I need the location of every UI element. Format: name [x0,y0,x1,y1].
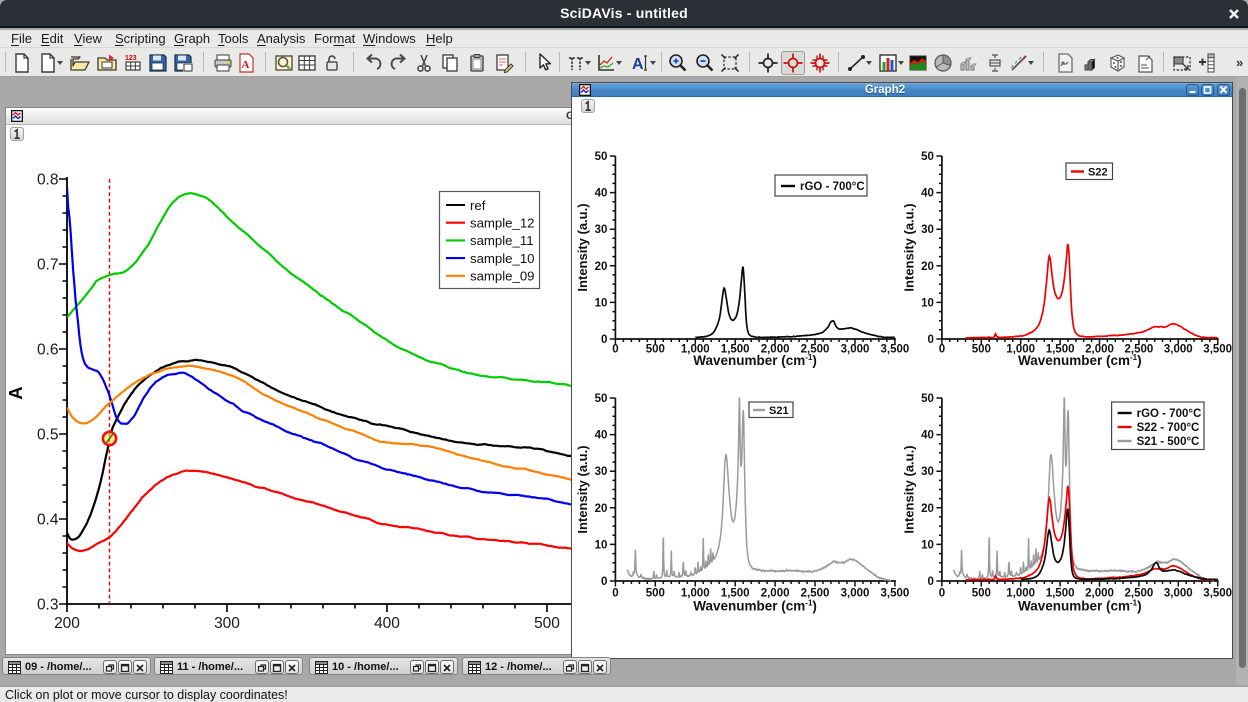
svg-text:10: 10 [921,539,934,551]
svg-text:50: 50 [921,151,934,163]
svg-text:20: 20 [921,261,934,273]
svg-text:3,000: 3,000 [841,344,870,356]
svg-text:S21: S21 [769,405,789,417]
svg-text:3,500: 3,500 [881,344,910,356]
svg-text:0: 0 [612,344,618,356]
svg-text:40: 40 [921,188,934,200]
svg-text:20: 20 [595,261,608,273]
svg-text:sample_09: sample_09 [470,269,535,284]
svg-text:3,000: 3,000 [841,588,870,600]
svg-text:0: 0 [601,576,607,588]
svg-text:3,500: 3,500 [1203,588,1232,600]
svg-text:Intensity (a.u.): Intensity (a.u.) [577,203,590,291]
svg-text:50: 50 [595,151,608,163]
svg-text:0: 0 [612,588,618,600]
svg-text:10: 10 [595,297,608,309]
svg-text:0: 0 [601,334,607,346]
svg-text:0.7: 0.7 [37,257,59,274]
svg-text:Intensity (a.u.): Intensity (a.u.) [902,203,917,291]
svg-text:0.5: 0.5 [37,427,59,444]
svg-text:Intensity (a.u.): Intensity (a.u.) [577,445,590,533]
svg-text:0.4: 0.4 [37,512,59,529]
svg-text:S22: S22 [1088,167,1108,179]
svg-text:500: 500 [534,615,560,632]
svg-text:30: 30 [921,224,934,236]
svg-text:3,000: 3,000 [1164,588,1193,600]
svg-text:3,500: 3,500 [1203,344,1232,356]
svg-text:Wavenumber (cm-1): Wavenumber (cm-1) [693,599,817,614]
svg-text:S21 - 500°C: S21 - 500°C [1137,436,1200,448]
svg-text:500: 500 [972,344,991,356]
svg-text:50: 50 [595,393,608,405]
svg-text:rGO - 700°C: rGO - 700°C [800,181,865,193]
svg-text:123: 123 [125,55,137,62]
svg-text:10: 10 [921,297,934,309]
svg-text:0: 0 [939,588,945,600]
svg-text:Wavenumber (cm-1): Wavenumber (cm-1) [1018,353,1142,368]
svg-text:50: 50 [921,393,934,405]
svg-text:0.6: 0.6 [37,342,59,359]
svg-text:3,000: 3,000 [1164,344,1193,356]
svg-text:20: 20 [921,503,934,515]
svg-text:sample_11: sample_11 [470,233,534,248]
svg-text:rGO - 700°C: rGO - 700°C [1137,408,1202,420]
svg-text:500: 500 [646,344,665,356]
svg-text:A: A [6,386,26,399]
svg-text:0: 0 [927,576,933,588]
svg-text:Wavenumber (cm-1): Wavenumber (cm-1) [1018,599,1142,614]
svg-text:sample_12: sample_12 [470,216,535,231]
svg-text:0: 0 [939,344,945,356]
svg-text:20: 20 [595,503,608,515]
svg-text:Intensity (a.u.): Intensity (a.u.) [902,445,917,533]
svg-text:10: 10 [595,539,608,551]
svg-text:40: 40 [595,430,608,442]
svg-text:Wavenumber (cm-1): Wavenumber (cm-1) [693,353,817,368]
svg-text:30: 30 [595,466,608,478]
svg-text:0.3: 0.3 [37,597,59,614]
svg-text:200: 200 [54,615,80,632]
svg-text:0.8: 0.8 [37,172,59,189]
svg-text:40: 40 [921,430,934,442]
svg-text:300: 300 [214,615,240,632]
svg-text:ref: ref [470,198,486,213]
svg-text:30: 30 [595,224,608,236]
svg-text:500: 500 [646,588,665,600]
svg-text:0: 0 [927,334,933,346]
svg-text:500: 500 [972,588,991,600]
svg-text:400: 400 [374,615,400,632]
svg-text:S22 - 700°C: S22 - 700°C [1137,422,1200,434]
svg-text:sample_10: sample_10 [470,251,535,266]
svg-text:3,500: 3,500 [881,588,910,600]
svg-text:A: A [242,59,250,71]
svg-text:A: A [632,56,644,73]
svg-text:40: 40 [595,188,608,200]
svg-text:30: 30 [921,466,934,478]
